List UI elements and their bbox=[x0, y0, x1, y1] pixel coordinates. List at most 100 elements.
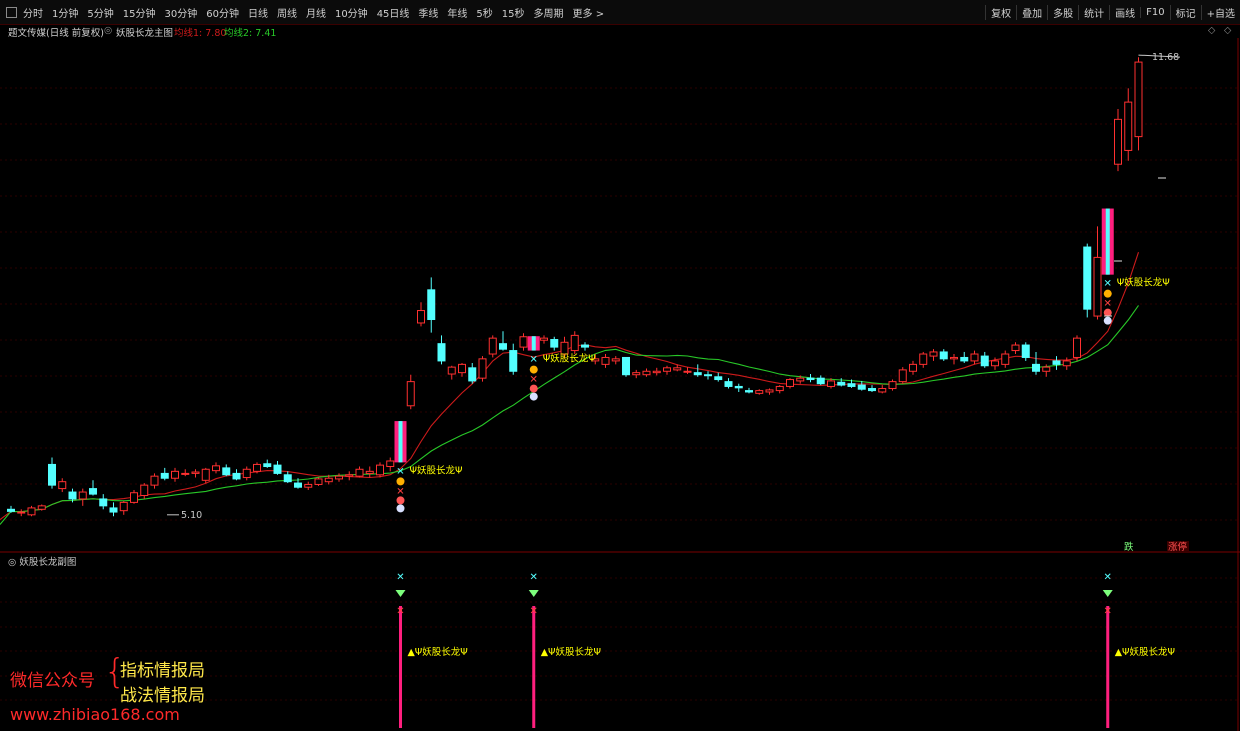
period-tab-13[interactable]: 5秒 bbox=[476, 5, 492, 20]
candle[interactable] bbox=[335, 475, 343, 480]
candle[interactable] bbox=[570, 334, 579, 352]
action-button-7[interactable]: +自选 bbox=[1200, 4, 1240, 20]
candle[interactable] bbox=[222, 467, 231, 476]
period-tab-5[interactable]: 60分钟 bbox=[206, 5, 239, 20]
candle[interactable] bbox=[632, 372, 641, 376]
sub-panel-icon[interactable]: ◎ bbox=[8, 557, 16, 568]
candle[interactable] bbox=[355, 468, 364, 477]
candle[interactable] bbox=[1062, 360, 1071, 367]
candle[interactable] bbox=[704, 374, 712, 377]
candle[interactable] bbox=[17, 511, 26, 514]
candle[interactable] bbox=[663, 367, 671, 372]
candle[interactable] bbox=[150, 475, 159, 486]
candle[interactable] bbox=[519, 336, 528, 348]
candle[interactable] bbox=[724, 381, 733, 387]
candle[interactable] bbox=[919, 353, 928, 365]
candle[interactable] bbox=[550, 339, 559, 348]
candle[interactable] bbox=[181, 472, 190, 475]
period-tab-2[interactable]: 5分钟 bbox=[87, 5, 113, 20]
candle[interactable] bbox=[119, 501, 128, 512]
candle[interactable] bbox=[478, 358, 487, 379]
candle[interactable] bbox=[1114, 118, 1122, 165]
candle[interactable] bbox=[796, 377, 805, 382]
candle[interactable] bbox=[1083, 246, 1092, 310]
candle[interactable] bbox=[950, 356, 958, 360]
candle[interactable] bbox=[1093, 256, 1102, 317]
candle[interactable] bbox=[468, 367, 477, 382]
candle[interactable] bbox=[878, 388, 887, 393]
action-button-6[interactable]: 标记 bbox=[1169, 4, 1201, 20]
candle[interactable] bbox=[1042, 366, 1051, 372]
candle[interactable] bbox=[581, 344, 589, 348]
candle[interactable] bbox=[611, 358, 620, 362]
candle[interactable] bbox=[37, 505, 46, 510]
candle[interactable] bbox=[991, 360, 999, 367]
candle[interactable] bbox=[652, 370, 661, 374]
period-tab-6[interactable]: 日线 bbox=[248, 5, 268, 20]
candle[interactable] bbox=[212, 465, 220, 472]
period-tab-15[interactable]: 多周期 bbox=[534, 5, 564, 20]
candle[interactable] bbox=[68, 491, 77, 500]
period-tab-14[interactable]: 15秒 bbox=[502, 5, 525, 20]
candle[interactable] bbox=[324, 477, 333, 483]
candle[interactable] bbox=[304, 483, 313, 488]
diamond-icon[interactable]: ◇ bbox=[1208, 25, 1215, 36]
candle[interactable] bbox=[458, 363, 466, 374]
period-tab-7[interactable]: 周线 bbox=[277, 5, 297, 20]
candle[interactable] bbox=[437, 343, 446, 362]
candle[interactable] bbox=[868, 388, 876, 392]
candle[interactable] bbox=[253, 463, 261, 472]
candle[interactable] bbox=[427, 289, 436, 321]
menu-icon[interactable] bbox=[6, 6, 17, 18]
candle[interactable] bbox=[58, 481, 67, 490]
watermark-url[interactable]: www.zhibiao168.com bbox=[10, 705, 180, 724]
candle[interactable] bbox=[1073, 337, 1081, 358]
candle[interactable] bbox=[488, 337, 497, 355]
candle[interactable] bbox=[806, 377, 815, 381]
candle[interactable] bbox=[888, 381, 897, 390]
action-button-2[interactable]: 多股 bbox=[1047, 4, 1078, 20]
candle[interactable] bbox=[499, 343, 507, 350]
candle[interactable] bbox=[970, 353, 979, 362]
candle[interactable] bbox=[386, 460, 395, 468]
candle[interactable] bbox=[447, 366, 456, 375]
candle[interactable] bbox=[27, 507, 36, 516]
candle[interactable] bbox=[294, 482, 302, 488]
period-tab-12[interactable]: 年线 bbox=[447, 5, 467, 20]
candle[interactable] bbox=[7, 508, 15, 512]
action-button-1[interactable]: 叠加 bbox=[1016, 4, 1047, 20]
candle[interactable] bbox=[365, 470, 374, 474]
candle[interactable] bbox=[960, 356, 969, 362]
candle[interactable] bbox=[745, 390, 753, 393]
candle[interactable] bbox=[1052, 360, 1061, 365]
indicator-gear-icon[interactable]: ◎ bbox=[104, 25, 112, 36]
candle[interactable] bbox=[540, 337, 548, 341]
candle[interactable] bbox=[601, 356, 610, 365]
candle[interactable] bbox=[130, 492, 138, 503]
candle[interactable] bbox=[201, 468, 210, 481]
candle[interactable] bbox=[755, 390, 764, 394]
action-button-0[interactable]: 复权 bbox=[985, 4, 1016, 20]
candle[interactable] bbox=[417, 310, 425, 324]
candle[interactable] bbox=[816, 377, 825, 385]
candle[interactable] bbox=[263, 463, 272, 468]
candle[interactable] bbox=[857, 384, 866, 390]
candle[interactable] bbox=[109, 507, 118, 513]
candle[interactable] bbox=[283, 474, 292, 483]
period-tab-11[interactable]: 季线 bbox=[418, 5, 438, 20]
period-tab-10[interactable]: 45日线 bbox=[377, 5, 410, 20]
candle[interactable] bbox=[160, 472, 169, 479]
candle[interactable] bbox=[1134, 61, 1143, 138]
action-button-3[interactable]: 统计 bbox=[1078, 4, 1109, 20]
candle[interactable] bbox=[929, 351, 938, 357]
expand-icon[interactable]: ◇ bbox=[1224, 25, 1231, 36]
candle[interactable] bbox=[89, 488, 97, 495]
candle[interactable] bbox=[376, 464, 384, 476]
candle[interactable] bbox=[837, 381, 846, 386]
candle[interactable] bbox=[1124, 101, 1133, 151]
period-tab-0[interactable]: 分时 bbox=[23, 5, 43, 20]
candle[interactable] bbox=[406, 381, 415, 407]
candle[interactable] bbox=[939, 351, 948, 360]
candle[interactable] bbox=[232, 472, 241, 480]
candle[interactable] bbox=[847, 383, 856, 387]
